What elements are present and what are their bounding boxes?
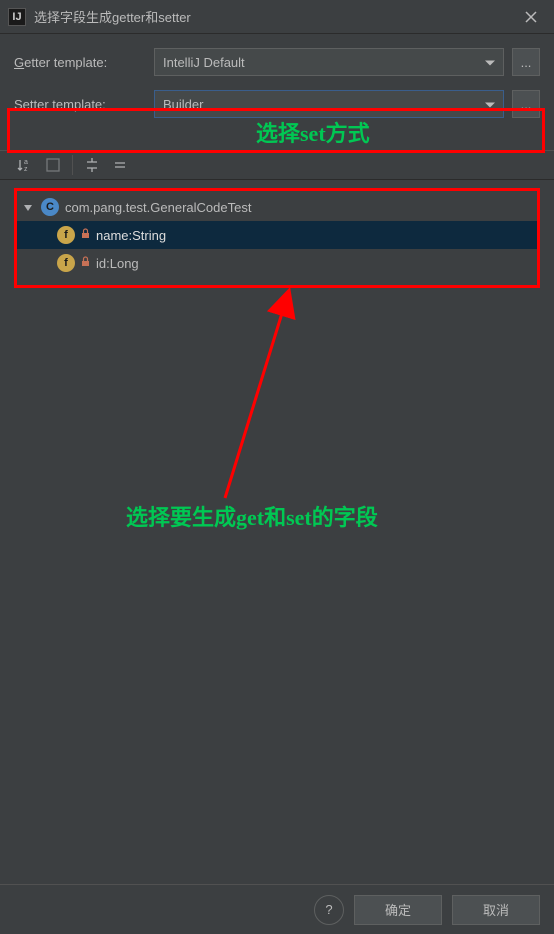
lock-icon [81,228,90,242]
expand-triangle-icon[interactable] [23,201,35,213]
field-icon: f [57,226,75,244]
ok-label: 确定 [385,900,411,919]
setter-more-button[interactable]: ... [512,90,540,118]
cancel-label: 取消 [483,900,509,919]
sort-button[interactable]: a z [14,154,36,176]
square-icon [46,158,60,172]
chevron-down-icon [485,97,495,112]
field-label: name:String [96,228,166,243]
expand-all-button[interactable] [81,154,103,176]
svg-text:a: a [24,159,28,166]
ellipsis-icon: ... [521,55,532,70]
app-icon: IJ [8,8,26,26]
dialog-footer: ? 确定 取消 [0,884,554,934]
collapse-icon [113,158,127,172]
field-icon: f [57,254,75,272]
field-tree: C com.pang.test.GeneralCodeTest f name:S… [14,188,540,288]
sort-icon: a z [17,157,33,173]
getter-template-select[interactable]: IntelliJ Default [154,48,504,76]
svg-text:z: z [24,166,28,173]
field-label: id:Long [96,256,139,271]
help-button[interactable]: ? [314,895,344,925]
tree-class-row[interactable]: C com.pang.test.GeneralCodeTest [17,193,537,221]
class-name: com.pang.test.GeneralCodeTest [65,200,251,215]
getter-more-button[interactable]: ... [512,48,540,76]
setter-template-row: Setter template: Builder ... [14,90,540,118]
annotation-text-fields: 选择要生成get和set的字段 [126,500,378,532]
titlebar: IJ 选择字段生成getter和setter [0,0,554,34]
tree-field-row[interactable]: f name:String [17,221,537,249]
close-button[interactable] [516,2,546,32]
class-icon: C [41,198,59,216]
lock-icon [81,256,90,270]
setter-template-value: Builder [163,97,203,112]
cancel-button[interactable]: 取消 [452,895,540,925]
tree-toolbar: a z [0,150,554,180]
help-icon: ? [325,902,332,917]
tree-field-row[interactable]: f id:Long [17,249,537,277]
getter-template-row: Getter template: IntelliJ Default ... [14,48,540,76]
chevron-down-icon [485,55,495,70]
setter-label: Setter template: [14,97,154,112]
expand-icon [85,158,99,172]
close-icon [525,11,537,23]
getter-label: Getter template: [14,55,154,70]
annotation-box-fields: C com.pang.test.GeneralCodeTest f name:S… [14,188,540,288]
ok-button[interactable]: 确定 [354,895,442,925]
ellipsis-icon: ... [521,97,532,112]
window-title: 选择字段生成getter和setter [34,7,516,26]
toolbar-separator [72,155,73,175]
setter-template-select[interactable]: Builder [154,90,504,118]
getter-template-value: IntelliJ Default [163,55,245,70]
collapse-all-button[interactable] [109,154,131,176]
show-fields-button[interactable] [42,154,64,176]
